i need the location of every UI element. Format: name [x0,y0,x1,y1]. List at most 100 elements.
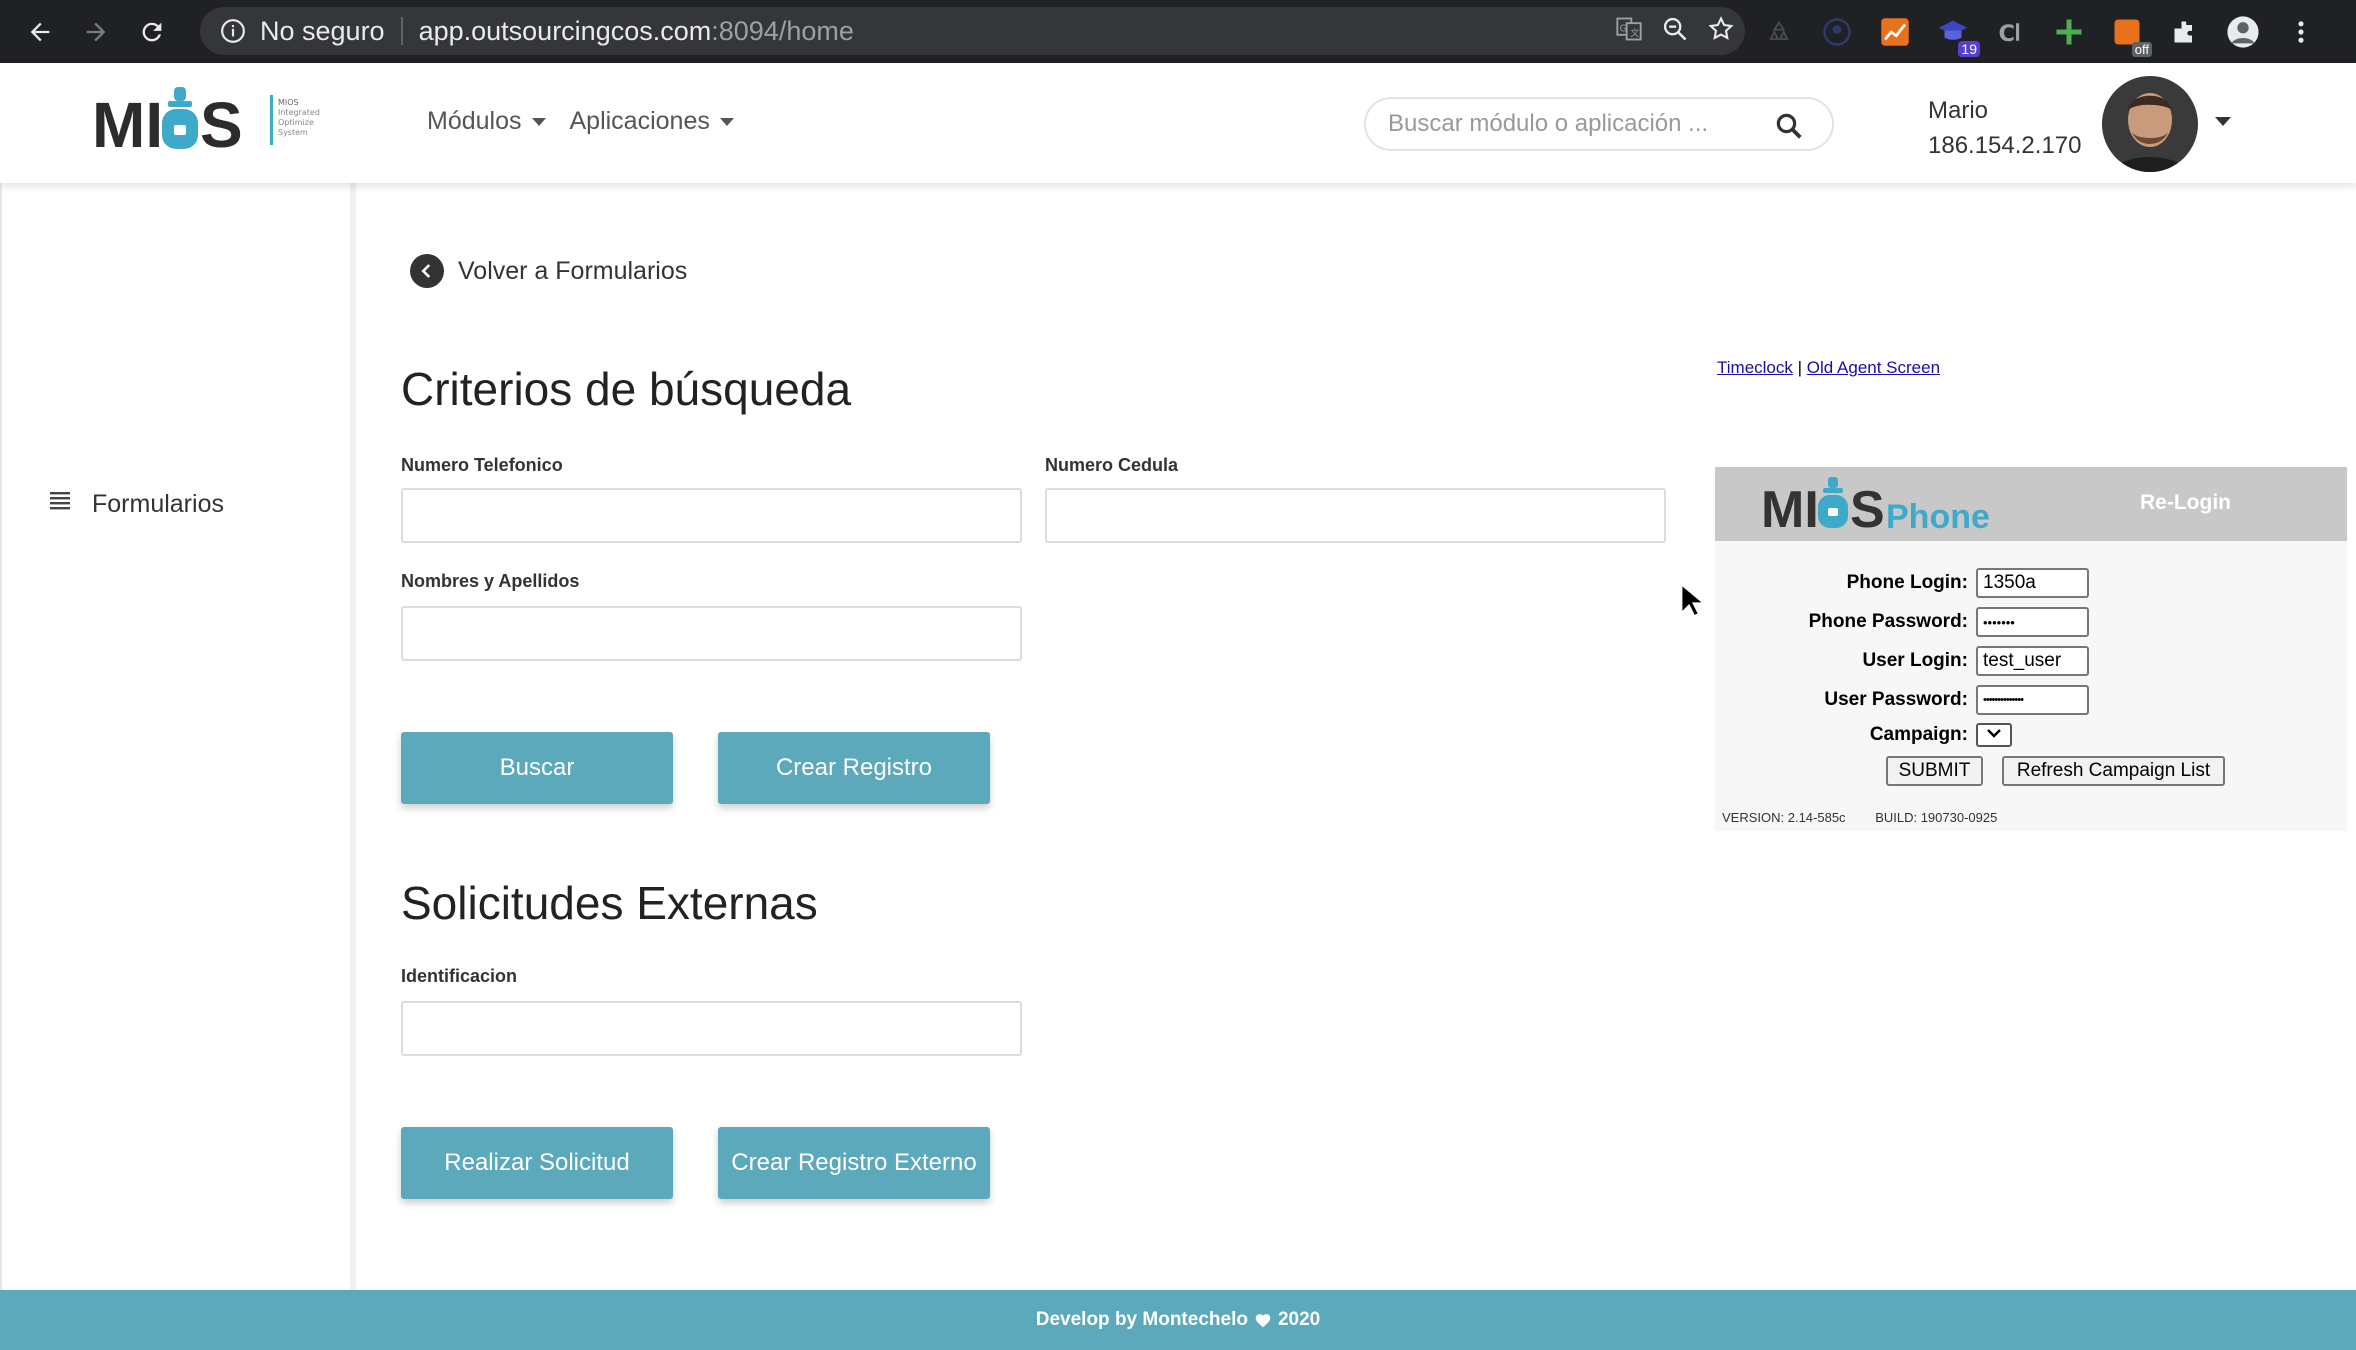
browser-toolbar: No seguro app.outsourcingcos.com:8094/ho… [0,0,2356,63]
footer: Develop by Montechelo 2020 [0,1290,2356,1350]
translate-icon[interactable]: G文 [1615,15,1643,48]
sidebar-item-formularios[interactable]: Formularios [48,489,224,520]
info-icon[interactable] [218,16,248,46]
profile-avatar-icon[interactable] [2224,13,2262,51]
mios-phone-logo: MI S Phone [1761,477,1990,537]
search-criteria-title: Criterios de búsqueda [401,363,852,415]
campaign-row: Campaign: [1715,723,2012,747]
phone-login-label: Phone Login: [1846,572,1968,593]
chevron-left-icon [410,254,444,288]
back-to-forms-link[interactable]: Volver a Formularios [410,254,687,288]
logo-tagline-1: MIOS [278,98,299,107]
svg-text:文: 文 [1630,27,1639,39]
user-menu-caret-icon[interactable] [2215,117,2231,126]
app-header: MI S MIOS Integrated Optimize System Mód… [0,63,2356,183]
user-name: Mario [1928,97,1989,124]
phone-password-input[interactable]: ••••••• [1976,607,2089,637]
phone-top-links: Timeclock | Old Agent Screen [1717,358,1941,377]
chevron-down-icon [1986,726,2002,744]
analytics-extension-icon[interactable] [1876,13,1914,51]
logo-tagline-3: Optimize [278,118,314,127]
module-search [1364,97,1834,151]
list-icon [48,489,72,520]
nav-modulos-dropdown[interactable]: Módulos [427,107,546,136]
svg-text:G: G [1620,23,1627,34]
mouse-cursor-icon [1680,582,1707,624]
zoom-icon[interactable] [1661,15,1689,48]
relogin-link[interactable]: Re-Login [2140,491,2231,515]
phone-number-label: Numero Telefonico [401,455,563,475]
campaign-label: Campaign: [1869,724,1968,745]
module-search-input[interactable] [1388,110,1758,138]
menu-kebab-icon[interactable] [2282,13,2320,51]
timeclock-link[interactable]: Timeclock [1717,358,1793,377]
full-name-label: Nombres y Apellidos [401,571,580,591]
user-password-label: User Password: [1824,689,1968,710]
user-login-label: User Login: [1862,650,1968,671]
logo-tagline-4: System [278,128,308,137]
omnibox-divider [400,17,403,45]
nav-aplicaciones-dropdown[interactable]: Aplicaciones [570,107,734,136]
recycle-extension-icon[interactable] [1760,13,1798,51]
phone-panel-header: MI S Phone Re-Login [1715,467,2347,541]
create-external-record-button[interactable]: Crear Registro Externo [718,1127,990,1199]
heart-icon [1254,1312,1272,1328]
pdf-extension-icon[interactable]: off [2108,13,2152,57]
external-requests-title: Solicitudes Externas [401,877,818,929]
avatar[interactable] [2102,76,2198,172]
svg-text:S: S [200,89,243,161]
build-text: BUILD: 190730-0925 [1875,810,1998,825]
create-record-button[interactable]: Crear Registro [718,732,990,804]
extension-badge: 19 [1958,40,1980,57]
top-navigation: Módulos Aplicaciones [427,107,734,136]
svg-text:C: C [1999,20,2016,46]
reload-icon[interactable] [124,4,180,60]
logo-tagline-2: Integrated [278,108,320,117]
user-info: Mario 186.154.2.170 [1928,93,2081,163]
puzzle-extension-icon[interactable] [2166,13,2204,51]
submit-button[interactable]: SUBMIT [1886,756,1983,786]
search-icon[interactable] [1774,111,1804,146]
extensions-bar: 19 C off [1760,0,2320,63]
extension-off-badge: off [2131,41,2152,57]
user-password-row: User Password: •••••••••••••• [1715,685,2089,715]
phone-login-panel: MI S Phone Re-Login Phone Login: 1350a P… [1715,467,2347,831]
phone-password-label: Phone Password: [1808,611,1968,632]
back-arrow-icon[interactable] [12,4,68,60]
bookmark-star-icon[interactable] [1707,15,1735,48]
mios-logo[interactable]: MI S MIOS Integrated Optimize System [92,85,332,165]
user-ip: 186.154.2.170 [1928,132,2082,159]
svg-text:MI: MI [92,89,163,161]
cap-extension-icon[interactable]: 19 [1934,13,1980,57]
phone-number-input[interactable] [401,488,1022,543]
sidebar-item-label: Formularios [92,490,224,518]
user-login-row: User Login: test_user [1715,646,2089,676]
svg-text:Phone: Phone [1886,498,1990,536]
campaign-select[interactable] [1976,723,2012,747]
identification-input[interactable] [401,1001,1022,1056]
phone-login-row: Phone Login: 1350a [1715,568,2089,598]
footer-year: 2020 [1277,1309,1321,1330]
svg-text:MI: MI [1761,481,1819,537]
refresh-campaign-list-button[interactable]: Refresh Campaign List [2002,756,2225,786]
id-number-input[interactable] [1045,488,1666,543]
search-button[interactable]: Buscar [401,732,673,804]
address-bar[interactable]: No seguro app.outsourcingcos.com:8094/ho… [200,7,1745,55]
profile-extension-icon[interactable] [1818,13,1856,51]
plus-extension-icon[interactable] [2050,13,2088,51]
identification-label: Identificacion [401,966,518,986]
url-text[interactable]: app.outsourcingcos.com:8094/home [419,16,854,47]
sidebar: Formularios [0,183,356,1290]
footer-credit: Develop by Montechelo [1035,1309,1248,1330]
user-login-input[interactable]: test_user [1976,646,2089,676]
phone-login-input[interactable]: 1350a [1976,568,2089,598]
chevron-down-icon [531,117,546,126]
make-request-button[interactable]: Realizar Solicitud [401,1127,673,1199]
forward-arrow-icon[interactable] [68,4,124,60]
code-extension-icon[interactable]: C [1992,13,2030,51]
user-password-input[interactable]: •••••••••••••• [1976,685,2089,715]
svg-text:S: S [1850,481,1885,537]
version-info: VERSION: 2.14-585c BUILD: 190730-0925 [1722,810,1997,825]
full-name-input[interactable] [401,606,1022,661]
old-agent-screen-link[interactable]: Old Agent Screen [1807,358,1940,377]
